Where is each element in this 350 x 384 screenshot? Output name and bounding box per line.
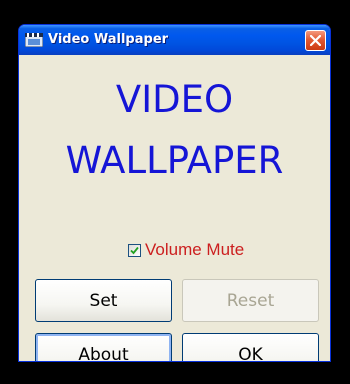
title-bar[interactable]: Video Wallpaper — [19, 25, 330, 55]
reset-button[interactable]: Reset — [182, 279, 319, 322]
close-button[interactable] — [305, 30, 326, 51]
volume-mute-checkbox[interactable]: Volume Mute — [128, 240, 244, 260]
video-wallpaper-window: Video Wallpaper VIDEO WALLPAPER Volume M… — [18, 24, 331, 362]
close-icon — [310, 35, 321, 46]
headline-wallpaper: WALLPAPER — [65, 139, 284, 182]
ok-button[interactable]: OK — [182, 333, 319, 361]
window-client-area: VIDEO WALLPAPER Volume Mute Set Reset Ab… — [22, 55, 327, 361]
checkmark-icon — [130, 246, 139, 254]
volume-mute-label[interactable]: Volume Mute — [145, 240, 244, 260]
set-button[interactable]: Set — [35, 279, 172, 322]
headline-video: VIDEO — [115, 78, 234, 121]
window-title: Video Wallpaper — [48, 32, 169, 47]
about-button[interactable]: About — [35, 333, 172, 361]
checkbox-box[interactable] — [128, 243, 141, 257]
film-clapper-icon — [24, 33, 44, 48]
